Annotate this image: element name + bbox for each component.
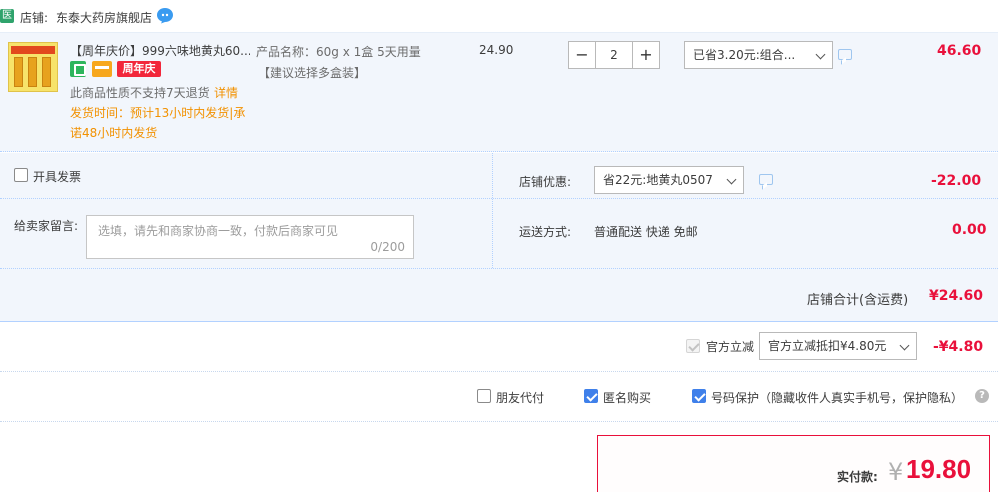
- return-policy-note: 此商品性质不支持7天退货: [70, 86, 210, 100]
- item-discount-select[interactable]: 已省3.20元:组合...: [684, 41, 833, 69]
- shipping-amount: 0.00: [952, 222, 987, 238]
- comment-icon[interactable]: [759, 174, 773, 185]
- help-icon[interactable]: ?: [975, 389, 989, 403]
- shop-label: 店铺:: [20, 11, 49, 25]
- anonymous-checkbox[interactable]: [584, 389, 598, 403]
- quantity-stepper: − 2 +: [568, 41, 660, 69]
- platform-discount-checkbox: [686, 339, 700, 353]
- seller-message-textarea[interactable]: 选填，请先和商家协商一致，付款后商家可见 0/200: [86, 215, 414, 259]
- shipping-method-label: 运送方式:: [519, 225, 572, 239]
- message-placeholder: 选填，请先和商家协商一致，付款后商家可见: [98, 224, 339, 238]
- payment-amount: 19.80: [906, 454, 972, 484]
- shop-discount-label: 店铺优惠:: [519, 175, 572, 189]
- number-protect-checkbox[interactable]: [692, 389, 706, 403]
- shop-discount-value: 省22元:地黄丸0507: [603, 173, 713, 187]
- chevron-down-icon: [726, 174, 737, 185]
- quantity-decrease-button[interactable]: −: [568, 41, 596, 69]
- chat-bubble-icon[interactable]: [156, 7, 174, 24]
- shipping-method-value: 普通配送 快递 免邮: [594, 225, 698, 239]
- anniversary-promo-tag: 周年庆: [117, 61, 161, 77]
- product-spec: 产品名称：60g x 1盒 5天用量: [256, 45, 421, 59]
- shop-name-link[interactable]: 东泰大药房旗舰店: [56, 9, 152, 26]
- shop-total-amount: ¥24.60: [929, 288, 984, 304]
- unit-price: 24.90: [479, 43, 514, 57]
- platform-discount-value: 官方立减抵扣¥4.80元: [768, 339, 887, 353]
- product-spec-note: 【建议选择多盒装】: [258, 66, 367, 80]
- platform-discount-select[interactable]: 官方立减抵扣¥4.80元: [759, 332, 917, 360]
- message-label: 给卖家留言:: [14, 219, 79, 233]
- platform-discount-label: 官方立减: [706, 340, 755, 354]
- message-char-count: 0/200: [370, 240, 405, 254]
- shop-discount-select[interactable]: 省22元:地黄丸0507: [594, 166, 744, 194]
- invoice-checkbox[interactable]: [14, 168, 28, 182]
- item-discount-value: 已省3.20元:组合...: [693, 48, 796, 62]
- shop-discount-amount: -22.00: [931, 173, 982, 189]
- product-title-link[interactable]: 【周年庆价】999六味地黄丸60...: [70, 42, 250, 59]
- options-divider: [0, 198, 998, 199]
- platform-discount-amount: -¥4.80: [933, 339, 984, 355]
- pharmacy-badge-icon: [70, 61, 86, 77]
- payment-currency: ¥: [888, 458, 904, 486]
- friend-pay-checkbox[interactable]: [477, 389, 491, 403]
- payment-summary-box: 实付款: ¥ 19.80: [597, 435, 990, 492]
- number-protect-label: 号码保护（隐藏收件人真实手机号，保护隐私）: [711, 391, 964, 405]
- quantity-increase-button[interactable]: +: [632, 41, 660, 69]
- return-policy-detail-link[interactable]: 详情: [214, 84, 238, 101]
- chevron-down-icon: [815, 49, 826, 60]
- shipping-time-line1: 发货时间：预计13小时内发货|承: [70, 106, 246, 120]
- shipping-time-line2: 诺48小时内发货: [70, 126, 158, 140]
- shop-total-label: 店铺合计(含运费): [807, 293, 909, 308]
- shop-header: 医 店铺: 东泰大药房旗舰店: [0, 0, 998, 32]
- card-payment-badge-icon: [92, 61, 112, 77]
- item-subtotal: 46.60: [937, 43, 982, 59]
- payment-label: 实付款:: [837, 470, 878, 484]
- shop-type-badge: 医: [0, 9, 14, 23]
- quantity-input[interactable]: 2: [596, 41, 632, 69]
- anonymous-label: 匿名购买: [603, 391, 652, 405]
- comment-icon[interactable]: [838, 49, 852, 60]
- product-thumbnail[interactable]: [8, 42, 58, 92]
- friend-pay-label: 朋友代付: [496, 391, 545, 405]
- chevron-down-icon: [899, 340, 910, 351]
- invoice-label: 开具发票: [33, 170, 82, 184]
